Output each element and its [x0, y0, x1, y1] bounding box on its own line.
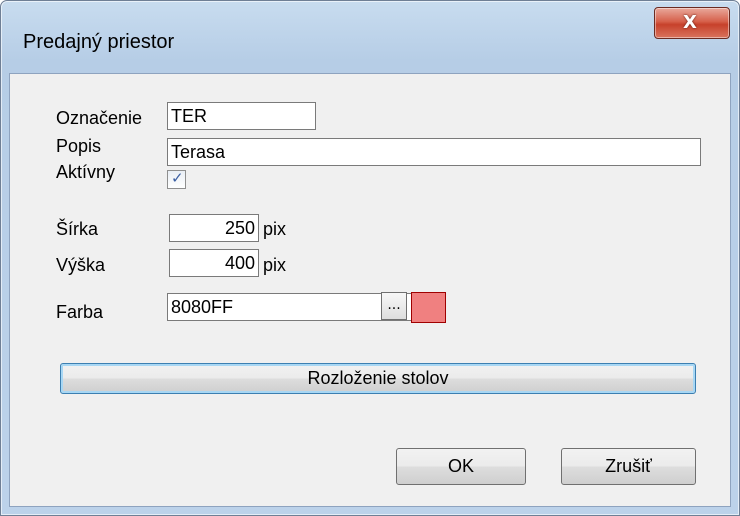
farba-label: Farba [56, 302, 104, 322]
color-picker-button[interactable]: ... [381, 292, 407, 320]
sirka-label: Šírka [56, 219, 99, 239]
aktivny-checkbox[interactable]: ✓ [167, 169, 186, 189]
window-title: Predajný priestor [23, 31, 175, 53]
cancel-button[interactable]: Zrušiť [561, 448, 696, 485]
sirka-field[interactable]: 250 [169, 214, 259, 242]
dialog-client-area: Označenie TER Popis Terasa Aktívny Šírka… [9, 73, 731, 507]
ok-button[interactable]: OK [396, 448, 526, 485]
popis-label: Popis [56, 136, 102, 156]
close-icon: X [683, 12, 697, 33]
popis-field[interactable]: Terasa [167, 138, 701, 166]
aktivny-label: Aktívny [56, 162, 116, 182]
checkmark-icon: ✓ [171, 169, 184, 187]
oznacenie-label: Označenie [56, 108, 143, 128]
sirka-unit: pix [263, 219, 287, 239]
close-button[interactable]: X [654, 7, 730, 39]
color-swatch[interactable] [411, 292, 446, 323]
farba-field[interactable]: 8080FF [167, 293, 416, 321]
vyska-field[interactable]: 400 [169, 249, 259, 277]
vyska-label: Výška [56, 255, 106, 275]
oznacenie-field[interactable]: TER [167, 102, 316, 130]
table-layout-button[interactable]: Rozloženie stolov [60, 363, 696, 394]
title-bar[interactable]: Predajný priestor X [1, 1, 739, 73]
dialog-window: Predajný priestor X Označenie TER Popis … [0, 0, 740, 516]
vyska-unit: pix [263, 255, 287, 275]
